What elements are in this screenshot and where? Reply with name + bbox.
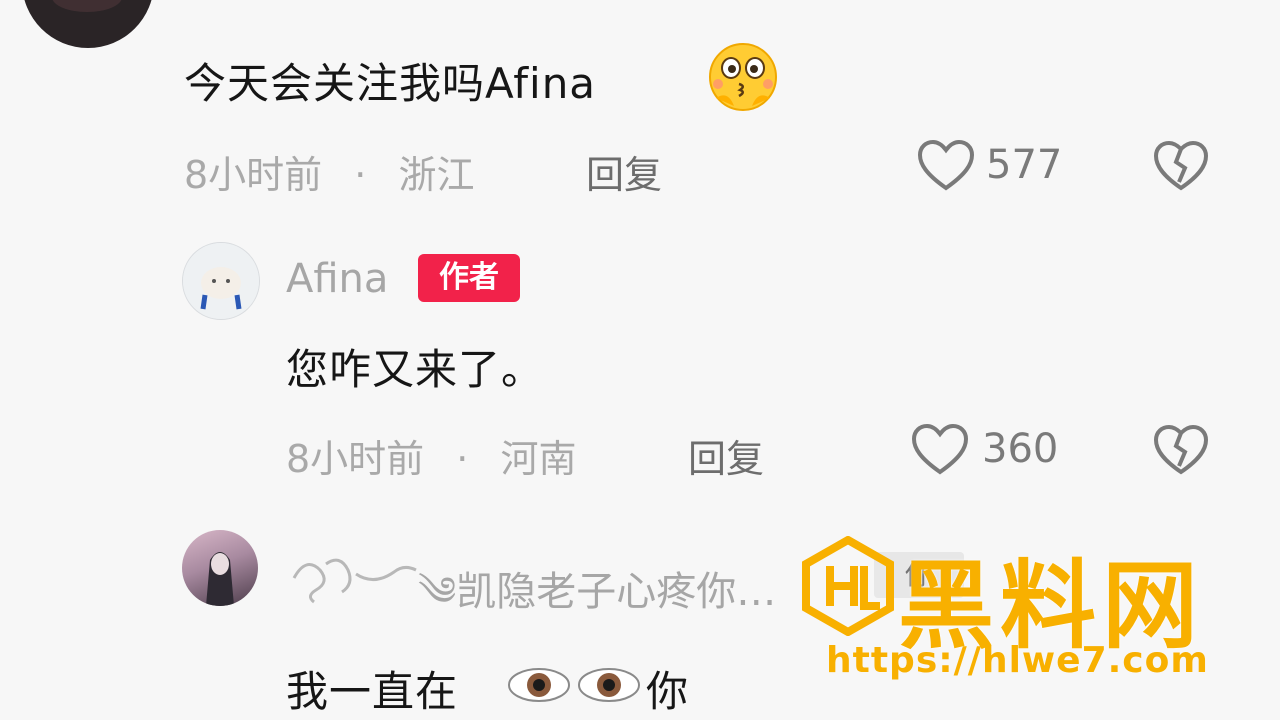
like-heart-icon[interactable] <box>910 422 970 478</box>
logo-icon <box>802 536 894 636</box>
reply-button[interactable]: 回复 <box>688 428 764 483</box>
reply-button[interactable]: 回复 <box>586 144 662 199</box>
avatar[interactable] <box>22 0 154 48</box>
like-count: 360 <box>982 426 1059 472</box>
comment-text-end: 你 <box>646 667 690 716</box>
comment-text: 今天会关注我吗Afina <box>184 59 597 108</box>
comment-meta: 8小时前 · 浙江 <box>184 153 475 197</box>
comment-text: 我一直在 <box>286 667 459 716</box>
like-heart-icon[interactable] <box>916 138 976 194</box>
username[interactable]: ༄凯隐老子心疼你… <box>418 546 776 659</box>
username[interactable]: Afina <box>286 256 388 302</box>
blushing-emoji-icon <box>709 43 777 111</box>
dislike-broken-heart-icon[interactable] <box>1152 422 1210 478</box>
avatar[interactable] <box>182 530 258 606</box>
comment-meta: 8小时前 · 河南 <box>286 437 577 481</box>
eye-icon <box>578 668 640 702</box>
author-badge: 作者 <box>418 254 520 302</box>
decorative-swirl-icon <box>292 558 417 604</box>
avatar-afina[interactable] <box>182 242 260 320</box>
dislike-broken-heart-icon[interactable] <box>1152 138 1210 194</box>
anime-avatar-icon <box>206 552 234 606</box>
like-count: 577 <box>986 142 1063 188</box>
cat-avatar-icon <box>183 243 259 319</box>
comment-text: 您咋又来了。 <box>286 345 545 394</box>
watermark-url: https://hlwe7.com <box>826 640 1209 681</box>
eye-icon <box>508 668 570 702</box>
